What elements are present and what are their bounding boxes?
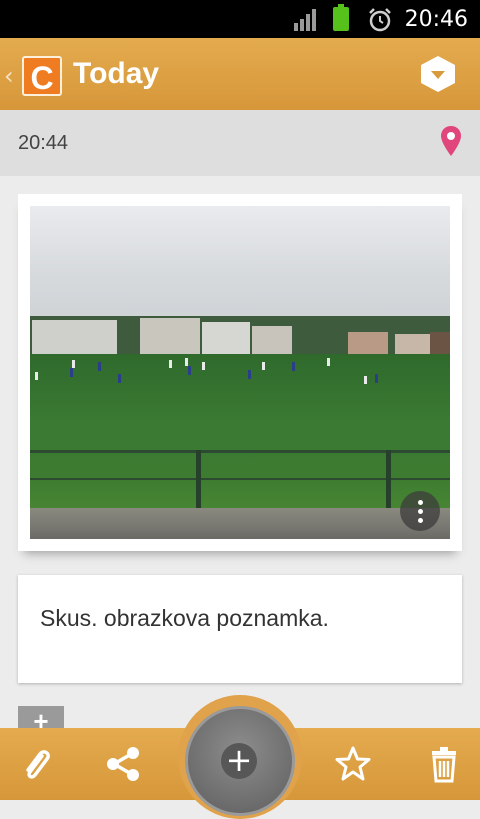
action-bar: ‹ C Today xyxy=(0,38,480,110)
page-title: Today xyxy=(73,57,160,90)
photo-image[interactable] xyxy=(30,206,450,539)
status-time: 20:46 xyxy=(404,7,468,32)
paperclip-icon[interactable] xyxy=(16,744,56,784)
status-bar: 20:46 xyxy=(0,0,480,38)
entry-time-row: 20:44 xyxy=(0,110,480,176)
photo-note-card[interactable] xyxy=(18,194,462,551)
alarm-icon xyxy=(369,8,391,32)
add-icon[interactable]: + xyxy=(221,743,257,779)
trash-icon[interactable] xyxy=(424,744,464,784)
hexagon-menu-icon[interactable] xyxy=(418,54,458,94)
star-icon[interactable] xyxy=(333,744,373,784)
add-entry-button[interactable]: + xyxy=(18,706,64,736)
text-note-card[interactable]: Skus. obrazkova poznamka. xyxy=(18,575,462,683)
note-text: Skus. obrazkova poznamka. xyxy=(40,605,329,631)
photo-menu-icon[interactable] xyxy=(400,491,440,531)
share-icon[interactable] xyxy=(103,744,143,784)
signal-icon xyxy=(294,9,320,31)
location-pin-icon[interactable] xyxy=(440,125,462,157)
back-icon[interactable]: ‹ xyxy=(4,62,14,90)
players xyxy=(35,358,378,384)
entry-time: 20:44 xyxy=(18,132,69,154)
app-logo[interactable]: C xyxy=(22,56,62,96)
battery-icon xyxy=(333,4,349,31)
